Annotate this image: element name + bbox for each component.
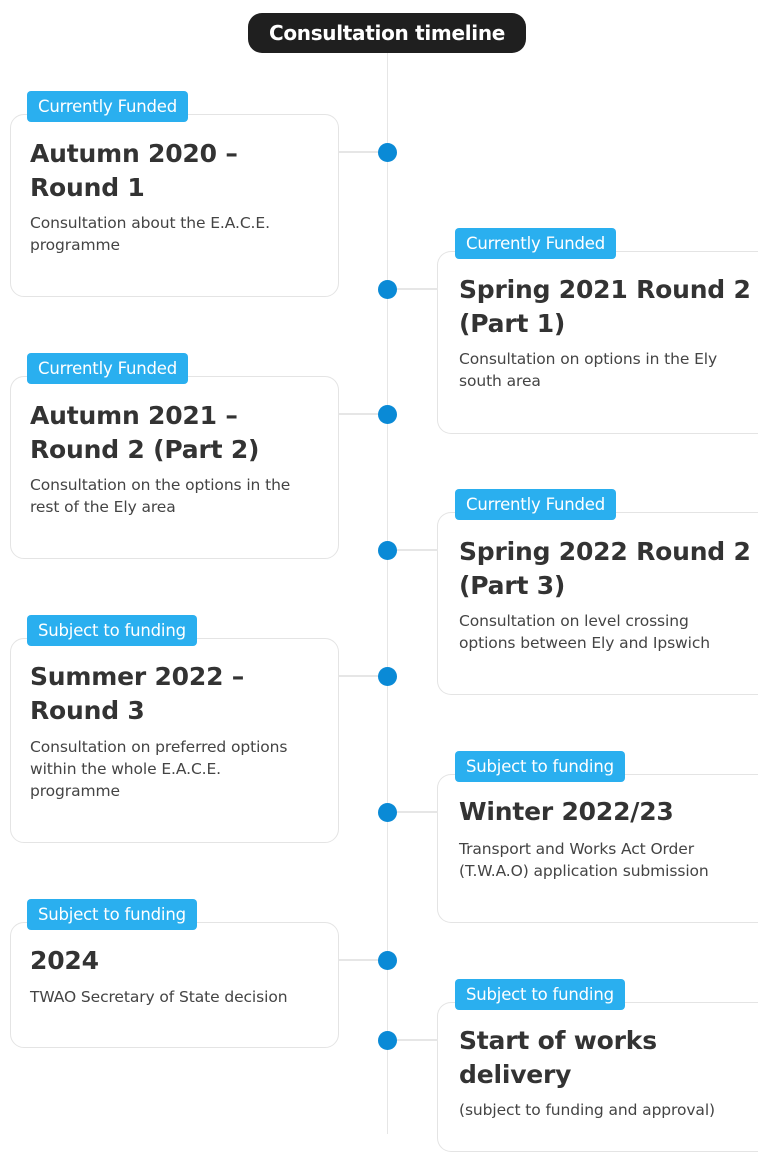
status-badge: Subject to funding (455, 979, 625, 1010)
timeline-description: Consultation on the options in the rest … (30, 474, 290, 518)
timeline-description: Consultation on options in the Ely south… (459, 348, 717, 392)
status-badge: Subject to funding (27, 615, 197, 646)
description-line: south area (459, 372, 541, 390)
timeline-connector (339, 151, 379, 153)
heading-line: (Part 3) (459, 571, 566, 600)
timeline-dot (378, 541, 397, 560)
heading-line: Round 2 (Part 2) (30, 435, 260, 464)
timeline-dot (378, 143, 397, 162)
status-badge: Subject to funding (27, 899, 197, 930)
timeline-heading: Autumn 2021 – Round 2 (Part 2) (30, 399, 259, 467)
timeline-dot (378, 951, 397, 970)
status-badge: Currently Funded (455, 228, 616, 259)
description-line: rest of the Ely area (30, 498, 176, 516)
description-line: Consultation on options in the Ely (459, 350, 718, 368)
heading-line: Round 3 (30, 696, 145, 725)
heading-line: 2024 (30, 946, 99, 975)
timeline-dot (378, 280, 397, 299)
description-line: within the whole E.A.C.E. (30, 760, 222, 778)
heading-line: Summer 2022 – (30, 662, 245, 691)
heading-line: Start of works (459, 1026, 657, 1055)
description-line: Consultation about the E.A.C.E. (30, 214, 270, 232)
description-line: Transport and Works Act Order (459, 840, 695, 858)
description-line: (T.W.A.O) application submission (459, 862, 709, 880)
timeline-connector (396, 549, 438, 551)
heading-line: Spring 2022 Round 2 (459, 537, 751, 566)
description-line: Consultation on the options in the (30, 476, 291, 494)
heading-line: delivery (459, 1060, 572, 1089)
timeline-heading: Summer 2022 – Round 3 (30, 660, 244, 728)
timeline-description: Consultation on preferred options within… (30, 736, 287, 802)
timeline-dot (378, 667, 397, 686)
heading-line: (Part 1) (459, 309, 566, 338)
timeline-card (10, 922, 339, 1048)
timeline-description: (subject to funding and approval) (459, 1099, 715, 1121)
timeline-dot (378, 405, 397, 424)
timeline-connector (396, 1039, 438, 1041)
heading-line: Autumn 2021 – (30, 401, 238, 430)
timeline-connector (339, 675, 379, 677)
timeline-heading: Spring 2021 Round 2 (Part 1) (459, 273, 751, 341)
description-line: options between Ely and Ipswich (459, 634, 710, 652)
timeline-connector (396, 288, 438, 290)
timeline-description: TWAO Secretary of State decision (30, 986, 288, 1008)
status-badge: Currently Funded (27, 91, 188, 122)
timeline-spine (387, 52, 388, 1134)
description-line: Consultation on level crossing (459, 612, 689, 630)
timeline-description: Transport and Works Act Order (T.W.A.O) … (459, 838, 709, 882)
description-line: programme (30, 782, 120, 800)
heading-line: Spring 2021 Round 2 (459, 275, 751, 304)
timeline-heading: Spring 2022 Round 2 (Part 3) (459, 535, 751, 603)
timeline-description: Consultation on level crossing options b… (459, 610, 710, 654)
heading-line: Round 1 (30, 173, 145, 202)
timeline-description: Consultation about the E.A.C.E. programm… (30, 212, 270, 256)
timeline-heading: 2024 (30, 944, 99, 978)
description-line: programme (30, 236, 120, 254)
timeline-dot (378, 803, 397, 822)
description-line: TWAO Secretary of State decision (30, 988, 288, 1006)
description-line: (subject to funding and approval) (459, 1101, 715, 1119)
timeline-heading: Autumn 2020 – Round 1 (30, 137, 238, 205)
timeline-connector (339, 413, 379, 415)
timeline-heading: Winter 2022/23 (459, 795, 674, 829)
heading-line: Winter 2022/23 (459, 797, 674, 826)
status-badge: Currently Funded (455, 489, 616, 520)
status-badge: Subject to funding (455, 751, 625, 782)
timeline-heading: Start of works delivery (459, 1024, 657, 1092)
timeline-dot (378, 1031, 397, 1050)
description-line: Consultation on preferred options (30, 738, 288, 756)
timeline-connector (396, 811, 438, 813)
heading-line: Autumn 2020 – (30, 139, 238, 168)
timeline-title: Consultation timeline (248, 13, 526, 53)
status-badge: Currently Funded (27, 353, 188, 384)
timeline-connector (339, 959, 379, 961)
